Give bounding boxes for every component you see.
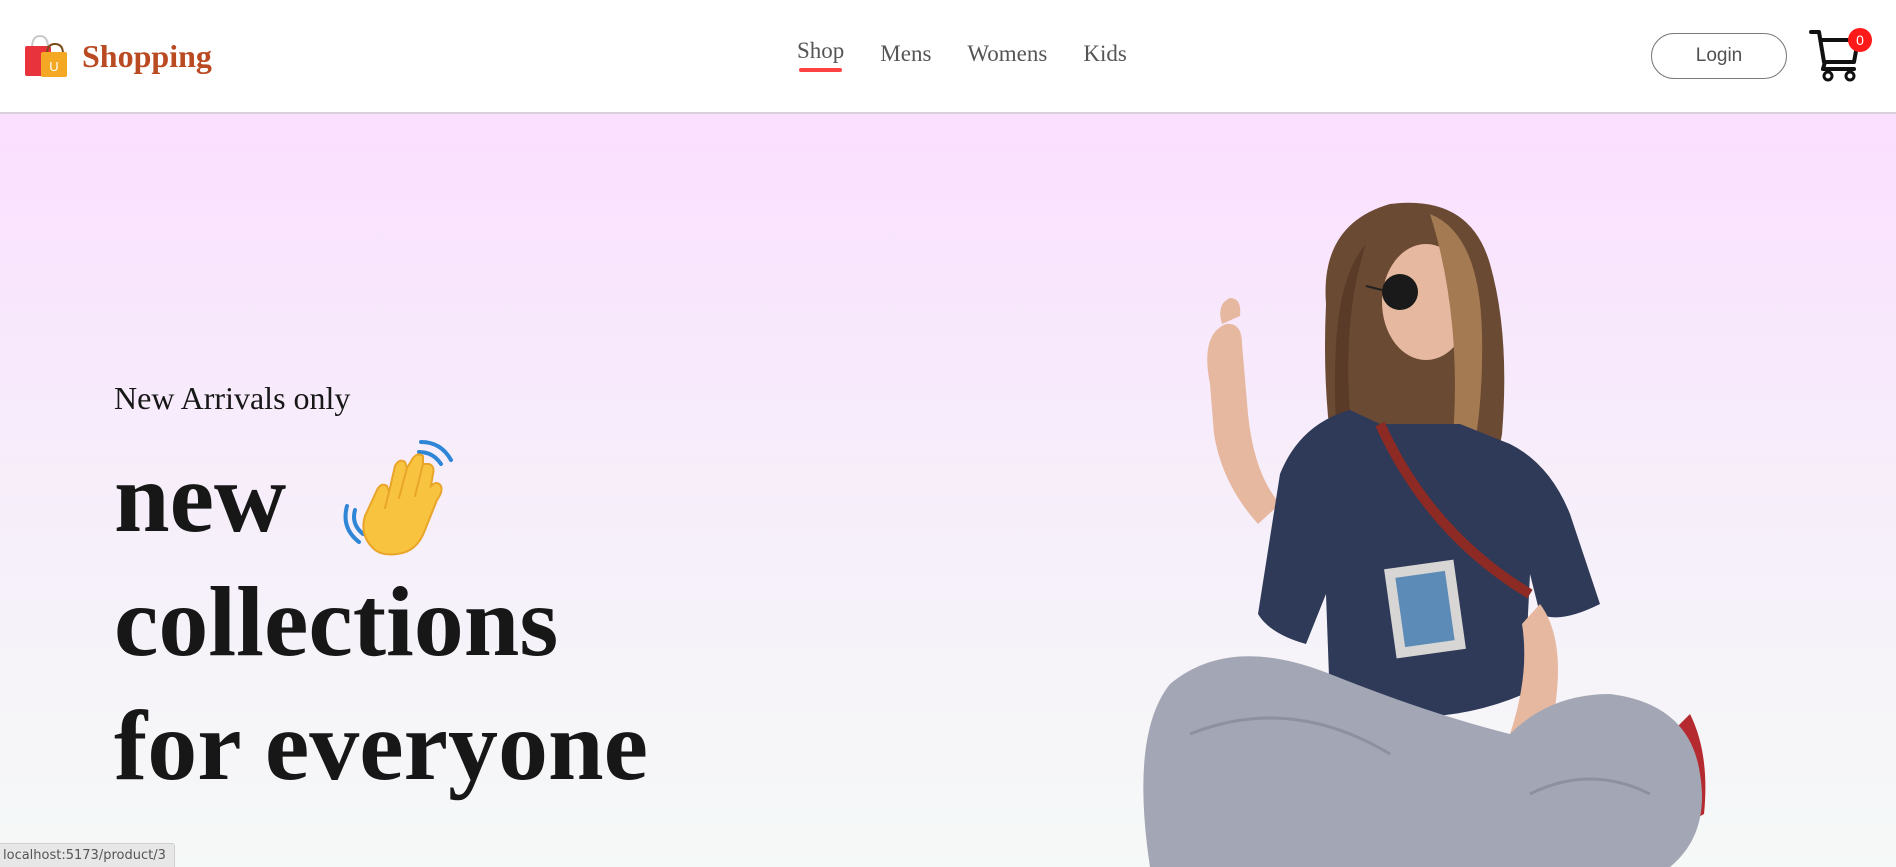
hero-title-text: new: [114, 442, 287, 553]
nav-item-kids[interactable]: Kids: [1083, 41, 1126, 67]
svg-text:U: U: [49, 59, 58, 74]
nav-item-label: Mens: [880, 41, 932, 66]
brand-name: Shopping: [82, 37, 212, 74]
cart-button[interactable]: 0: [1808, 26, 1872, 82]
shopping-bag-icon: U: [25, 34, 67, 77]
browser-status-url: localhost:5173/product/3: [0, 843, 175, 867]
hero-model-image: [1143, 202, 1706, 867]
hero-section: New Arrivals only new collections for ev…: [0, 114, 1896, 867]
nav-item-label: Kids: [1083, 41, 1127, 66]
hero-title-line-1: new: [114, 436, 648, 560]
hero-title-line-2: collections: [114, 566, 559, 677]
nav-item-label: Womens: [967, 41, 1048, 66]
waving-hand-icon: [343, 440, 454, 556]
nav-item-womens[interactable]: Womens: [967, 41, 1047, 67]
hero-title: new collections for everyone: [114, 436, 648, 808]
nav-item-label: Shop: [797, 38, 845, 63]
navbar: U Shopping Shop Mens Womens Kids Login 0: [0, 0, 1896, 114]
active-underline: [799, 68, 843, 72]
main-menu: Shop Mens Womens Kids: [797, 38, 1163, 72]
hero-kicker: New Arrivals only: [114, 380, 351, 416]
cart-count-badge: 0: [1848, 28, 1872, 52]
nav-item-shop[interactable]: Shop: [797, 38, 845, 72]
brand-logo[interactable]: U Shopping: [22, 32, 212, 80]
nav-item-mens[interactable]: Mens: [880, 41, 931, 67]
login-button[interactable]: Login: [1651, 33, 1787, 79]
hero-title-line-3: for everyone: [114, 690, 649, 801]
